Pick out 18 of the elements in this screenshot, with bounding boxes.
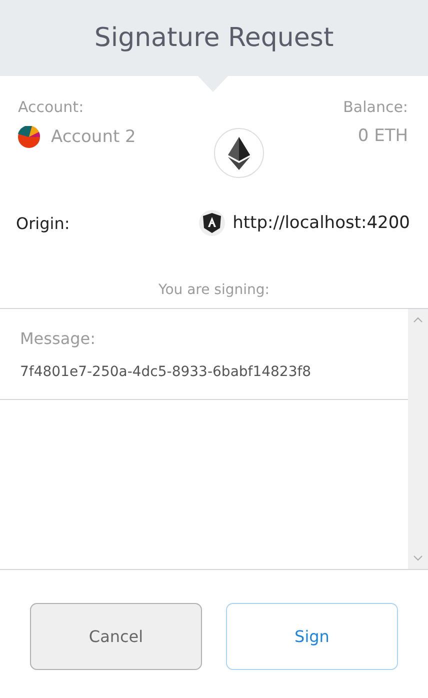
ethereum-icon	[214, 128, 264, 178]
account-name: Account 2	[51, 127, 136, 147]
window-title: Signature Request	[94, 23, 334, 53]
cancel-button[interactable]: Cancel	[30, 603, 202, 670]
message-text: 7f4801e7-250a-4dc5-8933-6babf14823f8	[20, 364, 312, 380]
origin-url: http://localhost:4200	[232, 213, 410, 233]
balance-value: 0 ETH	[358, 126, 408, 146]
scrollbar[interactable]	[408, 309, 428, 569]
shield-icon	[198, 210, 225, 236]
message-label: Message:	[20, 329, 97, 348]
account-label: Account:	[18, 98, 85, 116]
sign-button[interactable]: Sign	[226, 603, 398, 670]
balance-label: Balance:	[343, 98, 408, 116]
scroll-down-icon[interactable]	[413, 555, 423, 561]
signing-label: You are signing:	[158, 282, 270, 298]
origin-label: Origin:	[16, 214, 70, 232]
scroll-up-icon[interactable]	[413, 317, 423, 323]
avatar-icon	[18, 126, 40, 148]
